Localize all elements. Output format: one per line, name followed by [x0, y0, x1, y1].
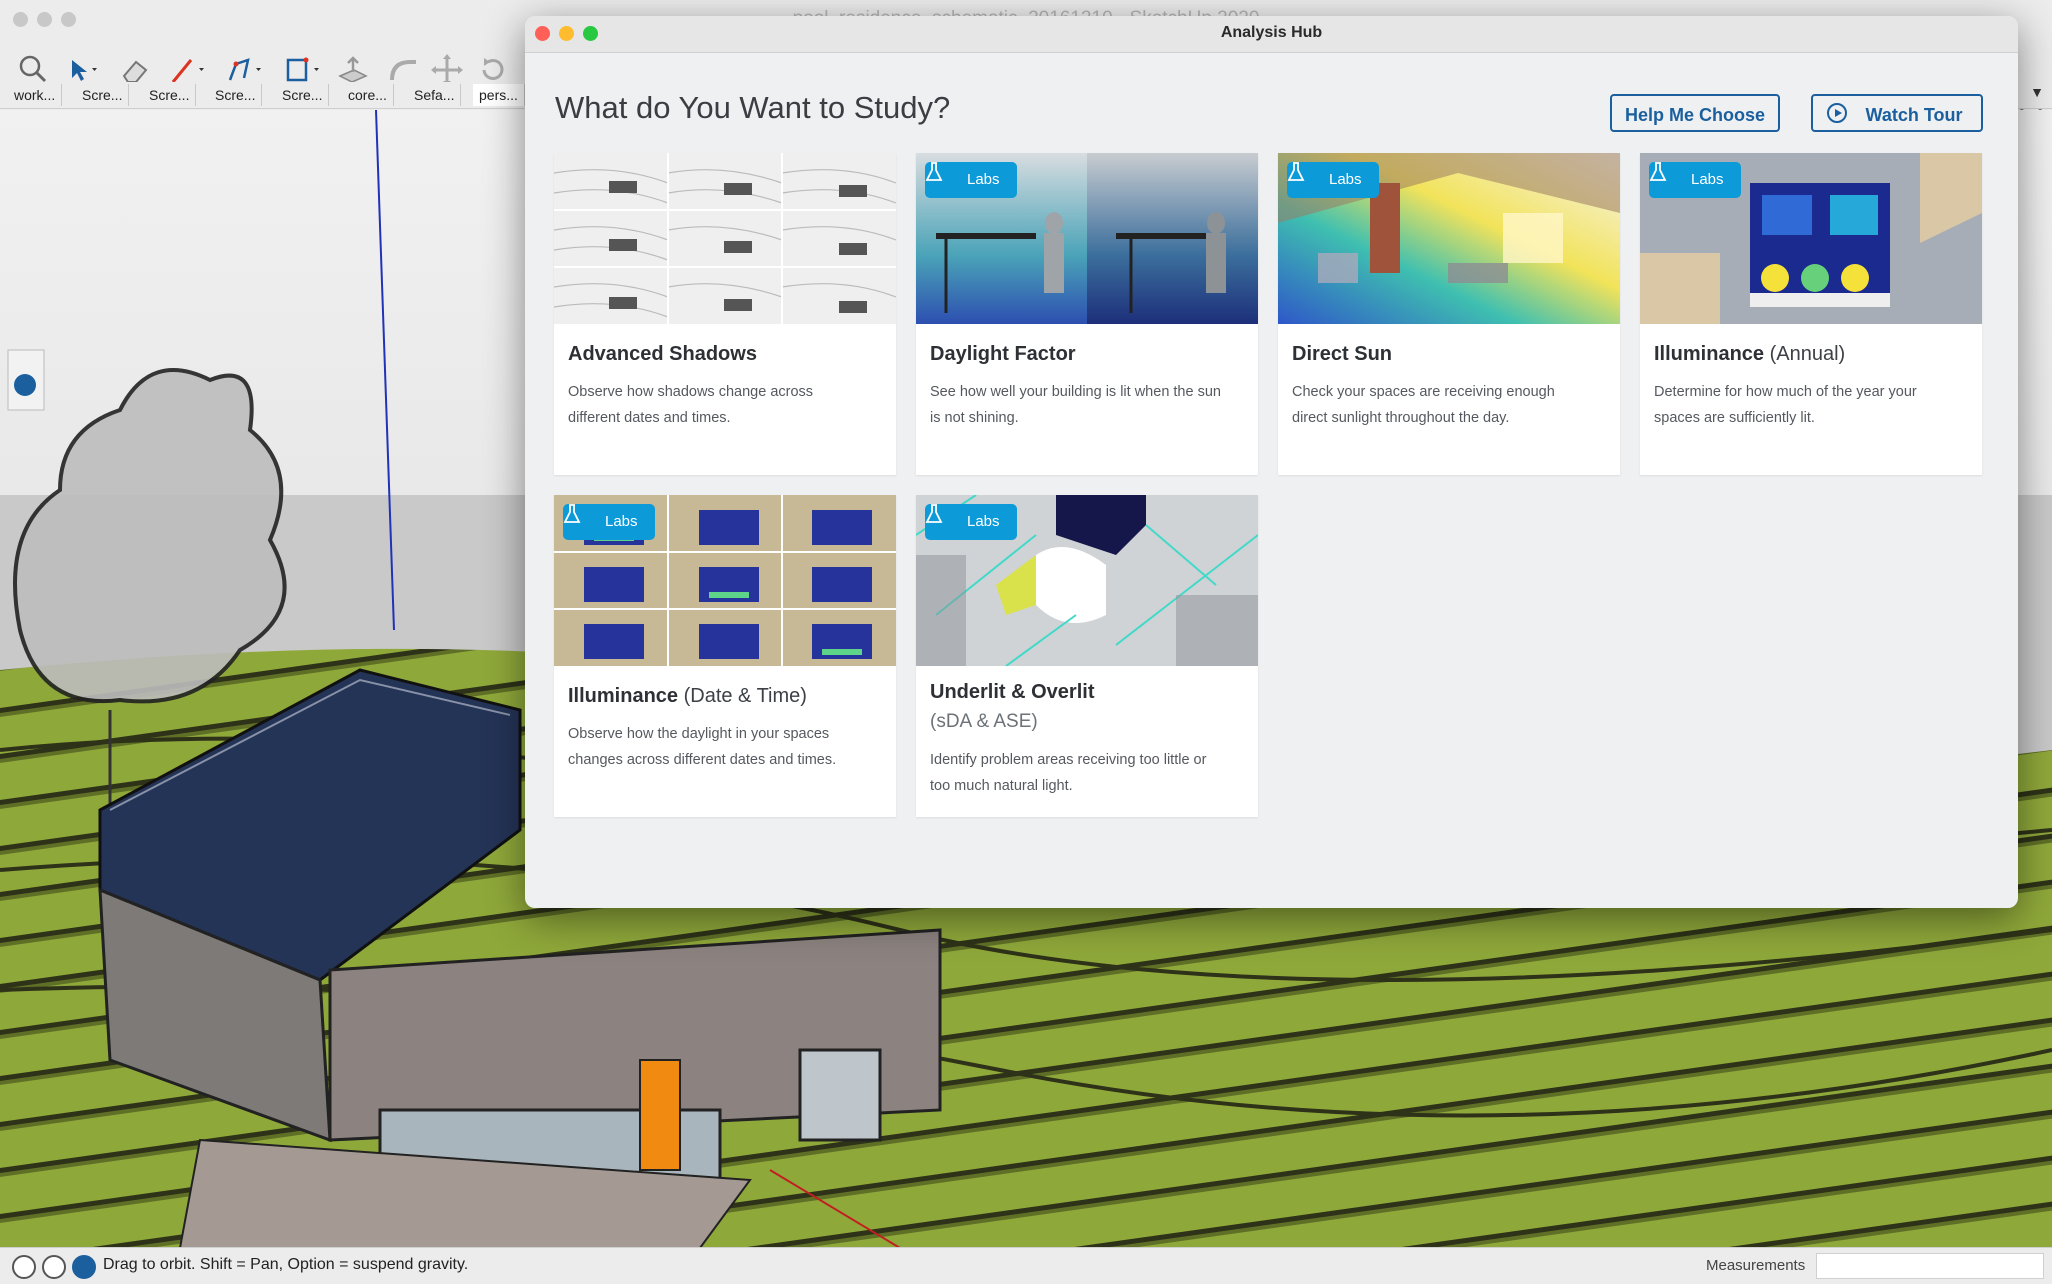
- card-thumbnail: Labs: [1640, 153, 1982, 324]
- dialog-title-bar: Analysis Hub: [525, 16, 2018, 53]
- card-illuminance-date-time[interactable]: Labs Illuminance (Date & Time) Observe h…: [554, 495, 896, 817]
- help-icon[interactable]: [72, 1255, 96, 1279]
- card-illuminance-annual[interactable]: Labs Illuminance (Annual) Determine for …: [1640, 153, 1982, 475]
- labs-badge: Labs: [925, 162, 1017, 198]
- card-thumbnail: Labs: [554, 495, 896, 666]
- flask-icon: [1287, 162, 1305, 181]
- watch-tour-label: Watch Tour: [1865, 105, 1963, 125]
- flask-icon: [925, 162, 943, 181]
- card-title: Underlit & Overlit: [930, 681, 1095, 703]
- status-hint: Drag to orbit. Shift = Pan, Option = sus…: [103, 1256, 469, 1273]
- card-title: Direct Sun: [1292, 343, 1393, 365]
- card-title: Illuminance (Annual): [1654, 343, 1846, 365]
- credits-icon[interactable]: [42, 1255, 66, 1279]
- card-thumbnail: Labs: [916, 495, 1258, 666]
- labs-badge: Labs: [563, 504, 655, 540]
- card-subtitle: (sDA & ASE): [930, 711, 1038, 732]
- scene-tab[interactable]: Scre...: [276, 84, 330, 106]
- scene-tab[interactable]: Scre...: [209, 84, 263, 106]
- card-description: Determine for how much of the year your …: [1654, 384, 1917, 426]
- card-thumbnail: Labs: [916, 153, 1258, 324]
- page-heading: What do You Want to Study?: [555, 90, 951, 125]
- sketchup-window: pool_residence_schematic_20161210 - Sket…: [0, 0, 2052, 1284]
- triangle-down-icon[interactable]: ▼: [2030, 84, 2044, 100]
- card-daylight-factor[interactable]: Labs Daylight Factor See how well your b…: [916, 153, 1258, 475]
- labs-label: Labs: [1329, 171, 1362, 188]
- measurements-label: Measurements: [1706, 1257, 1806, 1274]
- labs-badge: Labs: [1287, 162, 1379, 198]
- dialog-title: Analysis Hub: [1220, 24, 1323, 41]
- watch-tour-button[interactable]: Watch Tour: [1811, 94, 1983, 132]
- card-thumbnail: Labs: [1278, 153, 1620, 324]
- flask-icon: [563, 504, 581, 523]
- flask-icon: [925, 504, 943, 523]
- help-me-choose-button[interactable]: Help Me Choose: [1610, 94, 1780, 132]
- card-underlit-overlit[interactable]: Labs Underlit & Overlit (sDA & ASE) Iden…: [916, 495, 1258, 817]
- measurements-field[interactable]: [1816, 1253, 2044, 1279]
- scene-tab[interactable]: Scre...: [143, 84, 197, 106]
- scene-tab[interactable]: work...: [8, 84, 63, 106]
- card-advanced-shadows[interactable]: Advanced Shadows Observe how shadows cha…: [554, 153, 896, 475]
- flask-icon: [1649, 162, 1667, 181]
- scene-tab-active[interactable]: pers...: [473, 84, 525, 106]
- scene-tab[interactable]: Scre...: [76, 84, 130, 106]
- labs-badge: Labs: [1649, 162, 1741, 198]
- card-description: Observe how shadows change across differ…: [568, 384, 814, 426]
- play-icon: [1827, 103, 1847, 123]
- card-description: Identify problem areas receiving too lit…: [930, 752, 1207, 794]
- card-description: Check your spaces are receiving enough d…: [1292, 384, 1555, 426]
- labs-label: Labs: [1691, 171, 1724, 188]
- scene-tab[interactable]: Sefa...: [408, 84, 462, 106]
- card-description: Observe how the daylight in your spaces …: [568, 726, 837, 768]
- scene-tab[interactable]: core...: [342, 84, 394, 106]
- status-bar: Drag to orbit. Shift = Pan, Option = sus…: [0, 1247, 2052, 1284]
- labs-label: Labs: [967, 171, 1000, 188]
- labs-label: Labs: [967, 513, 1000, 530]
- labs-label: Labs: [605, 513, 638, 530]
- geo-location-icon[interactable]: [12, 1255, 36, 1279]
- labs-badge: Labs: [925, 504, 1017, 540]
- card-thumbnail: [554, 153, 896, 324]
- card-title: Daylight Factor: [930, 343, 1076, 365]
- card-title: Advanced Shadows: [568, 343, 757, 365]
- card-title: Illuminance (Date & Time): [568, 685, 807, 707]
- analysis-hub-dialog: Analysis Hub What do You Want to Study? …: [525, 16, 2018, 908]
- card-description: See how well your building is lit when t…: [930, 384, 1221, 426]
- card-direct-sun[interactable]: Labs Direct Sun Check your spaces are re…: [1278, 153, 1620, 475]
